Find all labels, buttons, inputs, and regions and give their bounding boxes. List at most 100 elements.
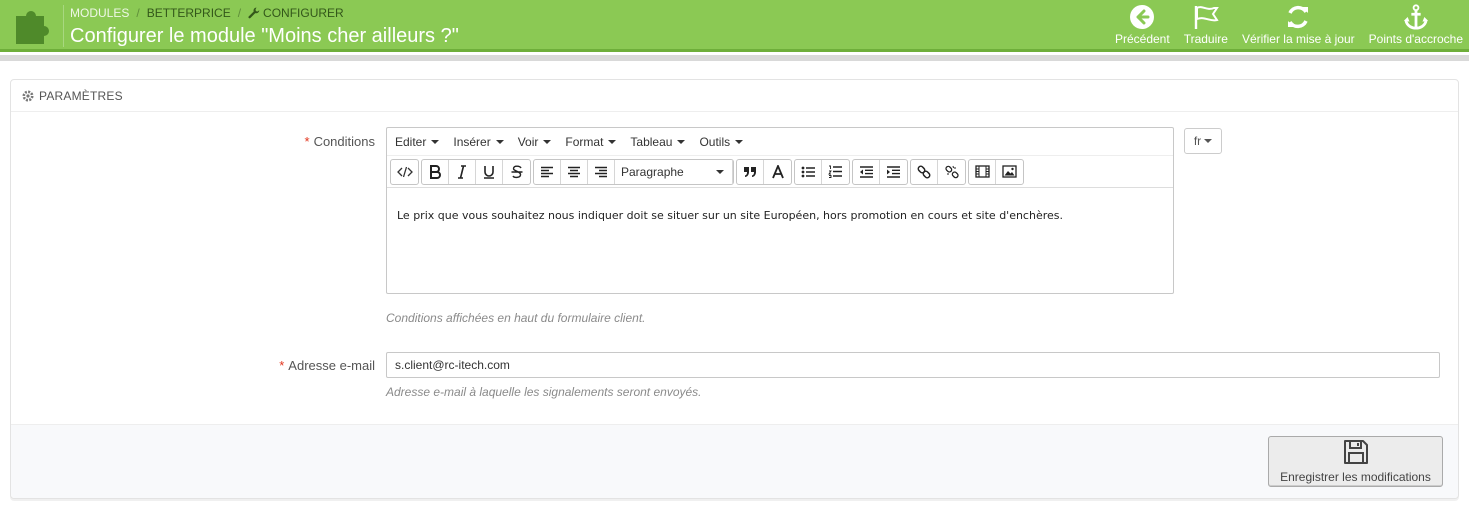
numbered-list-icon <box>828 165 842 178</box>
toolbar-group-lists <box>794 158 850 185</box>
menu-format[interactable]: Format <box>565 134 617 149</box>
settings-panel: PARAMÈTRES * Conditions Editer Insérer Vo… <box>10 79 1459 499</box>
email-help: Adresse e-mail à laquelle les signalemen… <box>386 385 702 399</box>
bold-icon <box>430 164 441 179</box>
panel-heading: PARAMÈTRES <box>11 80 1458 112</box>
language-dropdown[interactable]: fr <box>1184 128 1222 154</box>
breadcrumb: MODULES / BETTERPRICE / CONFIGURER <box>70 6 344 20</box>
outdent-icon <box>859 165 873 178</box>
editor-content[interactable]: Le prix que vous souhaitez nous indiquer… <box>387 188 1173 243</box>
toolbar-group-quote <box>736 158 792 185</box>
code-icon <box>396 166 413 177</box>
menu-label: Editer <box>395 134 427 149</box>
image-icon <box>1002 165 1017 178</box>
translate-label: Traduire <box>1183 32 1228 46</box>
italic-button[interactable] <box>449 159 476 184</box>
anchor-icon <box>1403 4 1428 30</box>
header-toolbar: Précédent Traduire Vérifier la mise à jo… <box>1101 4 1463 46</box>
arrow-left-circle-icon <box>1130 5 1155 29</box>
header-shadow <box>0 55 1469 61</box>
toolbar-group-style <box>421 158 531 185</box>
bullet-list-icon <box>801 166 815 177</box>
link-icon <box>917 165 931 178</box>
back-button[interactable]: Précédent <box>1115 4 1170 46</box>
email-label: * Adresse e-mail <box>279 358 375 373</box>
underline-button[interactable] <box>476 159 503 184</box>
caret-down-icon <box>495 139 504 144</box>
menu-label: Format <box>565 134 604 149</box>
insert-image-button[interactable] <box>996 160 1023 184</box>
language-value: fr <box>1193 134 1202 148</box>
unlink-icon <box>944 165 959 178</box>
breadcrumb-separator: / <box>136 6 140 20</box>
translate-button[interactable]: Traduire <box>1184 4 1228 46</box>
toolbar-group-links <box>910 158 966 185</box>
insert-link-button[interactable] <box>911 159 938 184</box>
remove-link-button[interactable] <box>938 160 965 184</box>
menu-label: Voir <box>517 134 539 149</box>
hooks-label: Points d'accroche <box>1368 32 1463 46</box>
align-center-button[interactable] <box>561 159 588 184</box>
toolbar-group-align: Paragraphe <box>533 158 734 185</box>
conditions-help: Conditions affichées en haut du formulai… <box>386 311 646 325</box>
menu-inserer[interactable]: Insérer <box>453 134 504 149</box>
caret-down-icon <box>677 139 686 144</box>
indent-button[interactable] <box>880 160 907 184</box>
back-label: Précédent <box>1114 32 1170 46</box>
check-update-label: Vérifier la mise à jour <box>1241 32 1355 46</box>
indent-icon <box>887 165 900 178</box>
header-divider <box>63 5 64 47</box>
menu-editer[interactable]: Editer <box>395 134 440 149</box>
bold-button[interactable] <box>422 159 449 184</box>
align-center-icon <box>568 166 580 177</box>
required-mark: * <box>279 358 285 373</box>
breadcrumb-configurer: CONFIGURER <box>263 6 344 20</box>
check-update-button[interactable]: Vérifier la mise à jour <box>1242 4 1355 46</box>
film-icon <box>974 165 990 178</box>
align-right-button[interactable] <box>588 159 615 184</box>
flag-icon <box>1194 6 1219 29</box>
page-title: Configurer le module "Moins cher ailleur… <box>70 25 459 47</box>
align-left-icon <box>541 166 553 177</box>
format-select-value: Paragraphe <box>621 164 684 179</box>
quote-icon <box>744 166 756 177</box>
format-select[interactable]: Paragraphe <box>615 159 733 184</box>
caret-down-icon <box>431 139 440 144</box>
conditions-label-text: Conditions <box>313 134 375 149</box>
email-label-text: Adresse e-mail <box>288 358 375 373</box>
align-right-icon <box>595 166 607 177</box>
caret-down-icon <box>608 139 617 144</box>
toolbar-group-media <box>968 158 1024 185</box>
email-field[interactable] <box>386 352 1440 378</box>
breadcrumb-betterprice[interactable]: BETTERPRICE <box>147 6 231 20</box>
text-color-icon <box>771 164 784 178</box>
page-header: MODULES / BETTERPRICE / CONFIGURER Confi… <box>0 0 1469 52</box>
menu-label: Insérer <box>453 134 491 149</box>
source-code-button[interactable] <box>391 160 418 184</box>
menu-voir[interactable]: Voir <box>518 135 552 149</box>
align-left-button[interactable] <box>534 159 561 184</box>
editor-menubar: Editer Insérer Voir Format Tableau Outil… <box>387 128 1173 156</box>
wrench-icon <box>248 7 260 19</box>
outdent-button[interactable] <box>853 159 880 184</box>
menu-tableau[interactable]: Tableau <box>630 135 686 149</box>
save-button[interactable]: Enregistrer les modifications <box>1268 436 1443 487</box>
breadcrumb-modules[interactable]: MODULES <box>70 6 129 20</box>
caret-down-icon <box>543 139 552 144</box>
blockquote-button[interactable] <box>737 159 764 184</box>
numbered-list-button[interactable] <box>822 160 849 184</box>
bullet-list-button[interactable] <box>795 159 822 184</box>
strikethrough-button[interactable] <box>503 160 530 184</box>
toolbar-group-indent <box>852 158 908 185</box>
conditions-label: * Conditions <box>305 134 376 149</box>
insert-video-button[interactable] <box>969 159 996 184</box>
caret-down-icon <box>1204 139 1213 143</box>
text-color-button[interactable] <box>764 160 791 184</box>
menu-outils[interactable]: Outils <box>699 135 744 149</box>
refresh-icon <box>1288 5 1309 29</box>
hooks-button[interactable]: Points d'accroche <box>1369 4 1463 46</box>
required-mark: * <box>304 134 310 149</box>
panel-heading-text: PARAMÈTRES <box>39 88 123 103</box>
save-button-label: Enregistrer les modifications <box>1280 470 1431 484</box>
strikethrough-icon <box>511 164 522 178</box>
